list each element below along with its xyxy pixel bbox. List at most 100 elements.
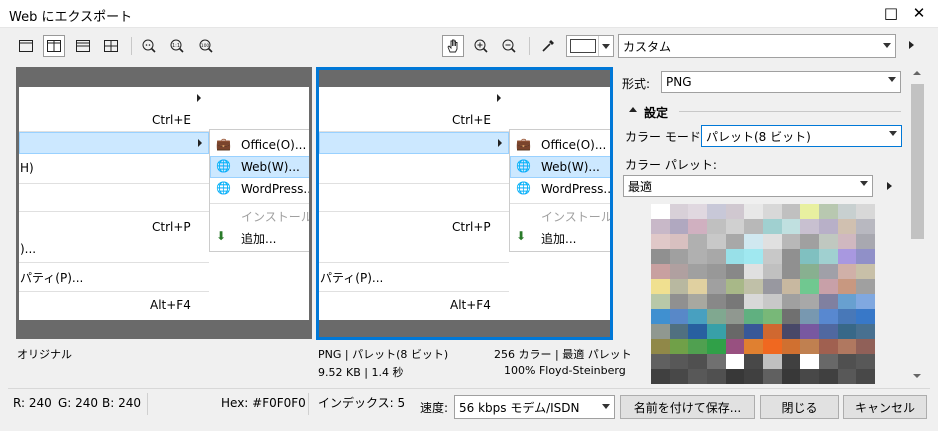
palette-swatch[interactable] — [781, 339, 801, 354]
palette-swatch[interactable] — [725, 204, 745, 219]
palette-swatch[interactable] — [669, 234, 689, 249]
palette-swatch[interactable] — [706, 369, 726, 384]
palette-swatch[interactable] — [725, 234, 745, 249]
palette-swatch[interactable] — [725, 219, 745, 234]
palette-swatch[interactable] — [706, 339, 726, 354]
palette-swatch[interactable] — [762, 264, 782, 279]
palette-swatch[interactable] — [744, 294, 763, 309]
palette-swatch[interactable] — [818, 309, 838, 324]
palette-swatch[interactable] — [800, 294, 819, 309]
palette-swatch[interactable] — [688, 249, 707, 264]
palette-swatch[interactable] — [837, 279, 857, 294]
preview-original[interactable]: Ctrl+E H) Ctrl+P )... パティ(P)... Alt+F4 💼 — [16, 67, 312, 339]
palette-swatch[interactable] — [706, 204, 726, 219]
zoom-fit-icon[interactable] — [138, 35, 160, 57]
palette-swatch[interactable] — [744, 234, 763, 249]
palette-swatch[interactable] — [706, 309, 726, 324]
palette-swatch[interactable] — [651, 324, 670, 339]
palette-swatch[interactable] — [706, 354, 726, 369]
palette-swatch[interactable] — [800, 249, 819, 264]
palette-swatch[interactable] — [669, 279, 689, 294]
palette-swatch[interactable] — [651, 219, 670, 234]
palette-swatch[interactable] — [744, 339, 763, 354]
palette-swatch[interactable] — [669, 369, 689, 384]
close-button[interactable]: 閉じる — [760, 395, 839, 419]
palette-select[interactable]: 最適 — [623, 175, 873, 197]
palette-swatch[interactable] — [837, 369, 857, 384]
palette-swatch[interactable] — [762, 324, 782, 339]
palette-swatch[interactable] — [837, 264, 857, 279]
palette-swatch[interactable] — [781, 219, 801, 234]
palette-swatch[interactable] — [688, 354, 707, 369]
palette-swatch[interactable] — [669, 249, 689, 264]
palette-swatch[interactable] — [688, 264, 707, 279]
split-vertical-view-icon[interactable] — [43, 35, 65, 57]
palette-swatch[interactable] — [856, 234, 875, 249]
color-mode-select[interactable]: パレット(8 ビット) — [701, 125, 902, 147]
palette-swatch[interactable] — [800, 339, 819, 354]
speed-select[interactable]: 56 kbps モデム/ISDN — [454, 395, 615, 419]
palette-swatch[interactable] — [781, 294, 801, 309]
palette-swatch[interactable] — [856, 354, 875, 369]
palette-swatch[interactable] — [762, 369, 782, 384]
palette-swatch[interactable] — [725, 264, 745, 279]
palette-swatch[interactable] — [762, 204, 782, 219]
palette-swatch[interactable] — [669, 264, 689, 279]
palette-swatch[interactable] — [837, 354, 857, 369]
background-color-picker[interactable] — [566, 35, 614, 57]
palette-swatch[interactable] — [818, 339, 838, 354]
palette-swatch[interactable] — [688, 339, 707, 354]
palette-swatch[interactable] — [651, 354, 670, 369]
palette-swatch[interactable] — [818, 294, 838, 309]
palette-swatch[interactable] — [762, 309, 782, 324]
palette-swatch[interactable] — [837, 219, 857, 234]
palette-swatch[interactable] — [744, 219, 763, 234]
palette-swatch[interactable] — [688, 309, 707, 324]
palette-swatch[interactable] — [818, 279, 838, 294]
palette-swatch[interactable] — [744, 369, 763, 384]
palette-swatch[interactable] — [800, 309, 819, 324]
palette-swatch[interactable] — [800, 219, 819, 234]
preview-optimized[interactable]: Ctrl+E Ctrl+P パティ(P)... Alt+F4 💼 Office(… — [316, 67, 613, 340]
palette-swatch[interactable] — [725, 339, 745, 354]
palette-swatch[interactable] — [669, 204, 689, 219]
palette-swatch[interactable] — [651, 204, 670, 219]
palette-swatch[interactable] — [800, 279, 819, 294]
palette-swatch[interactable] — [725, 354, 745, 369]
palette-swatch[interactable] — [781, 279, 801, 294]
settings-scrollbar[interactable] — [909, 68, 926, 384]
palette-swatch[interactable] — [800, 204, 819, 219]
palette-swatch[interactable] — [781, 324, 801, 339]
palette-swatch[interactable] — [837, 339, 857, 354]
palette-swatch[interactable] — [856, 324, 875, 339]
palette-swatch[interactable] — [688, 219, 707, 234]
palette-swatch[interactable] — [856, 249, 875, 264]
palette-swatch[interactable] — [800, 369, 819, 384]
collapse-section-icon[interactable] — [629, 107, 637, 112]
palette-swatch[interactable] — [762, 234, 782, 249]
palette-swatch[interactable] — [706, 249, 726, 264]
palette-swatch[interactable] — [856, 369, 875, 384]
palette-swatch[interactable] — [856, 279, 875, 294]
palette-swatch[interactable] — [706, 279, 726, 294]
palette-swatch[interactable] — [762, 294, 782, 309]
palette-swatch[interactable] — [651, 339, 670, 354]
palette-swatch[interactable] — [669, 339, 689, 354]
palette-swatch[interactable] — [688, 294, 707, 309]
palette-swatch[interactable] — [651, 279, 670, 294]
palette-swatch[interactable] — [837, 309, 857, 324]
palette-swatch[interactable] — [856, 339, 875, 354]
palette-swatch[interactable] — [762, 219, 782, 234]
palette-swatch[interactable] — [837, 294, 857, 309]
maximize-icon[interactable]: □ — [880, 3, 902, 23]
palette-swatch[interactable] — [856, 219, 875, 234]
palette-swatch[interactable] — [688, 204, 707, 219]
palette-swatch[interactable] — [706, 324, 726, 339]
pan-hand-icon[interactable] — [442, 35, 464, 57]
palette-swatch[interactable] — [762, 339, 782, 354]
palette-swatch[interactable] — [762, 354, 782, 369]
palette-swatch[interactable] — [837, 324, 857, 339]
palette-swatch[interactable] — [781, 309, 801, 324]
palette-swatch[interactable] — [837, 234, 857, 249]
palette-swatch[interactable] — [800, 264, 819, 279]
